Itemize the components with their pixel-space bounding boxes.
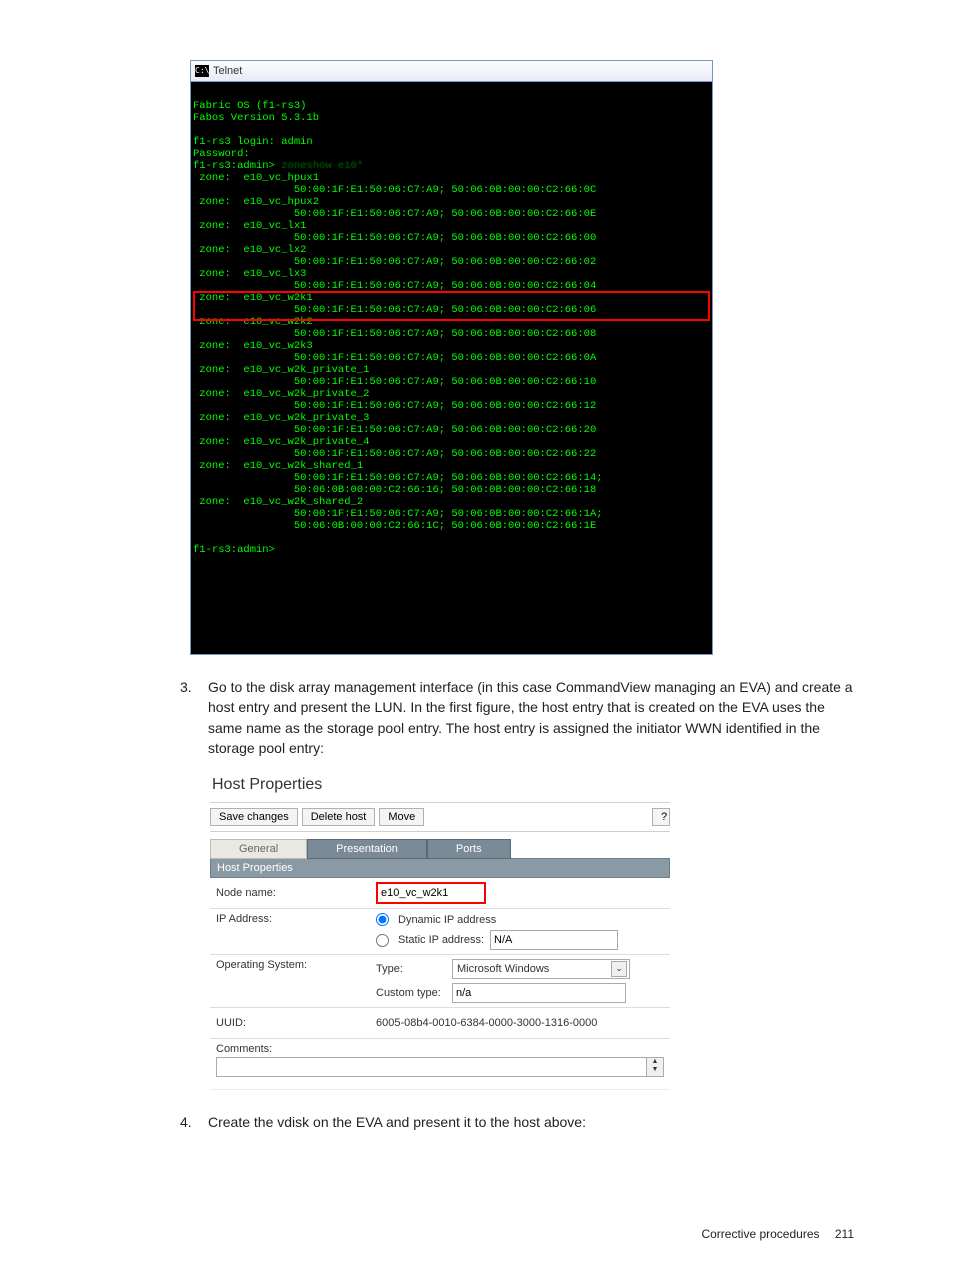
os-type-label: Type: xyxy=(376,963,446,975)
comments-label: Comments: xyxy=(216,1043,664,1055)
help-button[interactable]: ? xyxy=(652,808,670,826)
comments-scrollbar[interactable]: ▲▼ xyxy=(646,1058,663,1076)
os-type-select[interactable]: Microsoft Windows ⌄ xyxy=(452,959,630,979)
os-label: Operating System: xyxy=(216,959,376,971)
host-properties-panel: Host Properties Save changes Delete host… xyxy=(210,776,670,1090)
cmd-icon: C:\ xyxy=(195,65,209,77)
chevron-down-icon: ⌄ xyxy=(611,961,627,977)
host-properties-toolbar: Save changes Delete host Move ? xyxy=(210,802,670,832)
footer-section: Corrective procedures xyxy=(701,1227,819,1241)
page-footer: Corrective procedures 211 xyxy=(701,1227,854,1241)
row-node-name: Node name: xyxy=(210,878,670,909)
telnet-titlebar: C:\ Telnet xyxy=(191,61,712,82)
uuid-value: 6005-08b4-0010-6384-0000-3000-1316-0000 xyxy=(376,1017,664,1029)
row-operating-system: Operating System: Type: Microsoft Window… xyxy=(210,955,670,1008)
node-name-input[interactable] xyxy=(376,882,486,904)
telnet-title: Telnet xyxy=(213,65,242,77)
footer-page-number: 211 xyxy=(835,1227,854,1241)
ip-dynamic-radio[interactable] xyxy=(376,913,389,926)
row-uuid: UUID: 6005-08b4-0010-6384-0000-3000-1316… xyxy=(210,1008,670,1039)
os-type-value: Microsoft Windows xyxy=(457,963,549,975)
row-ip-address: IP Address: Dynamic IP address Static IP… xyxy=(210,909,670,955)
step-4-text: Create the vdisk on the EVA and present … xyxy=(208,1114,586,1130)
ip-static-input[interactable] xyxy=(490,930,618,950)
os-custom-input[interactable] xyxy=(452,983,626,1003)
host-properties-section-header: Host Properties xyxy=(210,858,670,878)
ip-dynamic-label: Dynamic IP address xyxy=(398,914,496,926)
host-properties-title: Host Properties xyxy=(212,776,670,794)
tab-presentation[interactable]: Presentation xyxy=(307,839,427,859)
save-changes-button[interactable]: Save changes xyxy=(210,808,298,826)
ip-address-label: IP Address: xyxy=(216,913,376,925)
ip-static-radio[interactable] xyxy=(376,934,389,947)
node-name-label: Node name: xyxy=(216,887,376,899)
os-custom-label: Custom type: xyxy=(376,987,446,999)
tab-general[interactable]: General xyxy=(210,839,307,859)
comments-field[interactable]: ▲▼ xyxy=(216,1057,664,1077)
telnet-highlight-box xyxy=(193,291,710,321)
move-button[interactable]: Move xyxy=(379,808,424,826)
delete-host-button[interactable]: Delete host xyxy=(302,808,376,826)
step-3-number: 3. xyxy=(180,677,192,697)
telnet-body: Fabric OS (f1-rs3) Fabos Version 5.3.1b … xyxy=(191,82,712,654)
telnet-window: C:\ Telnet Fabric OS (f1-rs3) Fabos Vers… xyxy=(190,60,713,655)
step-4-number: 4. xyxy=(180,1112,192,1132)
tab-ports[interactable]: Ports xyxy=(427,839,511,859)
step-3-text: Go to the disk array management interfac… xyxy=(208,679,853,756)
ip-static-label: Static IP address: xyxy=(398,934,484,946)
row-comments: Comments: ▲▼ xyxy=(210,1039,670,1081)
step-3: 3. Go to the disk array management inter… xyxy=(180,677,854,758)
step-4: 4. Create the vdisk on the EVA and prese… xyxy=(180,1112,854,1132)
uuid-label: UUID: xyxy=(216,1017,376,1029)
host-properties-tabs: General Presentation Ports xyxy=(210,838,670,858)
